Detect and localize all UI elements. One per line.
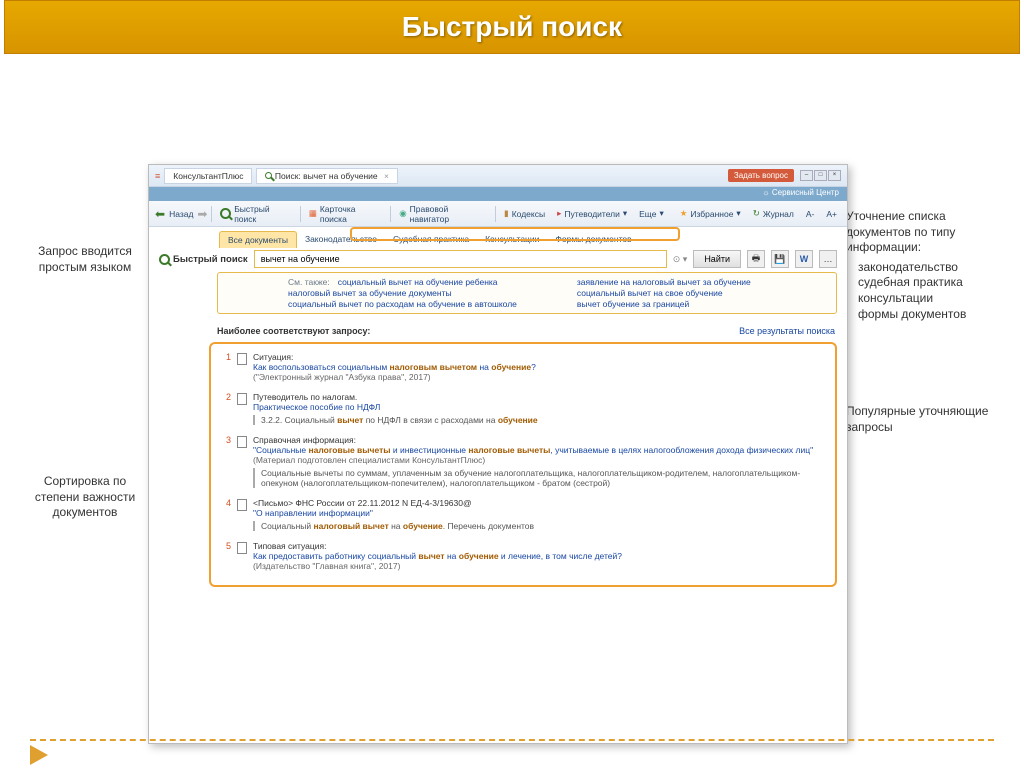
filter-court[interactable]: Судебная практика — [385, 231, 477, 248]
result-item[interactable]: 1 Ситуация: Как воспользоваться социальн… — [219, 348, 827, 388]
search-label: Быстрый поиск — [159, 254, 248, 265]
clock-icon: ↻ — [753, 208, 760, 219]
results-list: 1 Ситуация: Как воспользоваться социальн… — [209, 342, 837, 587]
toolbar-navigator[interactable]: ◉Правовой навигатор — [395, 202, 491, 226]
toolbar-guide[interactable]: ▸Путеводители ▾ — [553, 206, 631, 221]
close-tab-icon[interactable]: × — [384, 171, 389, 181]
toolbar-card-search[interactable]: ▦Карточка поиска — [305, 202, 386, 226]
dropdown-chevron-icon[interactable]: ⊙ ▾ — [673, 254, 688, 265]
font-larger[interactable]: A+ — [822, 207, 841, 221]
card-icon: ▦ — [309, 208, 317, 219]
suggestion-link[interactable]: вычет обучение за границей — [577, 299, 751, 309]
annotation-popular-queries: Популярные уточняющие запросы — [846, 404, 1006, 435]
result-item[interactable]: 3 Справочная информация: "Социальные нал… — [219, 431, 827, 494]
toolbar-journal[interactable]: ↻Журнал — [749, 206, 798, 221]
footer-arrow-icon — [30, 745, 48, 765]
document-icon — [237, 542, 247, 554]
see-also-box: См. также: социальный вычет на обучение р… — [217, 272, 837, 314]
search-row: Быстрый поиск ⊙ ▾ Найти 🖶 💾 W … — [149, 248, 847, 272]
title-bar: ≡ КонсультантПлюс Поиск: вычет на обучен… — [149, 165, 847, 187]
filter-forms[interactable]: Формы документов — [547, 231, 639, 248]
suggestion-link[interactable]: социальный вычет на обучение ребенка — [338, 277, 498, 287]
compass-icon: ◉ — [399, 208, 406, 219]
maximize-icon[interactable]: □ — [814, 170, 827, 181]
results-header: Наиболее соответствуют запросу: Все резу… — [149, 320, 847, 340]
all-results-link[interactable]: Все результаты поиска — [739, 326, 835, 336]
result-item[interactable]: 4 <Письмо> ФНС России от 22.11.2012 N ЕД… — [219, 494, 827, 537]
document-icon — [237, 393, 247, 405]
back-label[interactable]: Назад — [169, 209, 193, 219]
app-window: ≡ КонсультантПлюс Поиск: вычет на обучен… — [148, 164, 848, 744]
filter-all[interactable]: Все документы — [219, 231, 297, 248]
forward-arrow-icon[interactable]: ➡ — [197, 207, 207, 221]
minimize-icon[interactable]: – — [800, 170, 813, 181]
save-icon[interactable]: 💾 — [771, 250, 789, 268]
document-icon — [237, 436, 247, 448]
search-icon — [159, 254, 170, 265]
search-icon — [265, 172, 272, 179]
result-item[interactable]: 2 Путеводитель по налогам. Практическое … — [219, 388, 827, 431]
main-toolbar: ⬅ Назад ➡ Быстрый поиск ▦Карточка поиска… — [149, 201, 847, 227]
result-item[interactable]: 5 Типовая ситуация: Как предоставить раб… — [219, 537, 827, 577]
find-button[interactable]: Найти — [693, 250, 741, 268]
toolbar-quick-search[interactable]: Быстрый поиск — [216, 202, 295, 226]
star-icon: ★ — [680, 208, 688, 219]
close-icon[interactable]: × — [828, 170, 841, 181]
toolbar-more[interactable]: Еще ▾ — [635, 206, 668, 221]
annotation-filter-types: Уточнение списка документов по типу инфо… — [846, 209, 1006, 322]
slide-title: Быстрый поиск — [4, 0, 1020, 54]
more-tools-icon[interactable]: … — [819, 250, 837, 268]
filter-tabs: Все документы Законодательство Судебная … — [149, 227, 847, 248]
tab-search[interactable]: Поиск: вычет на обучение × — [256, 168, 398, 184]
back-arrow-icon[interactable]: ⬅ — [155, 207, 165, 221]
print-icon[interactable]: 🖶 — [747, 250, 765, 268]
toolbar-codex[interactable]: ▮Кодексы — [500, 206, 549, 221]
document-icon — [237, 499, 247, 511]
guide-icon: ▸ — [557, 208, 561, 219]
book-icon: ▮ — [504, 208, 509, 219]
annotation-sorting: Сортировка по степени важности документо… — [30, 474, 140, 521]
tab-home[interactable]: КонсультантПлюс — [164, 168, 252, 184]
filter-law[interactable]: Законодательство — [297, 231, 385, 248]
app-logo-icon: ≡ — [155, 171, 160, 181]
suggestion-link[interactable]: социальный вычет по расходам на обучение… — [288, 299, 517, 309]
results-title: Наиболее соответствуют запросу: — [217, 326, 370, 336]
filter-consult[interactable]: Консультации — [477, 231, 547, 248]
document-icon — [237, 353, 247, 365]
search-icon — [220, 208, 231, 219]
font-smaller[interactable]: A- — [802, 207, 819, 221]
ask-question-button[interactable]: Задать вопрос — [728, 169, 794, 182]
see-also-label: См. также: — [288, 277, 330, 287]
suggestion-link[interactable]: налоговый вычет за обучение документы — [288, 288, 517, 298]
service-bar: ☼ Сервисный Центр — [149, 187, 847, 201]
footer-divider — [30, 739, 994, 741]
suggestion-link[interactable]: социальный вычет на свое обучение — [577, 288, 751, 298]
suggestion-link[interactable]: заявление на налоговый вычет за обучение — [577, 277, 751, 287]
search-input[interactable] — [254, 250, 667, 268]
toolbar-favorites[interactable]: ★Избранное ▾ — [676, 206, 745, 221]
annotation-query-language: Запрос вводится простым языком — [30, 244, 140, 275]
word-export-icon[interactable]: W — [795, 250, 813, 268]
